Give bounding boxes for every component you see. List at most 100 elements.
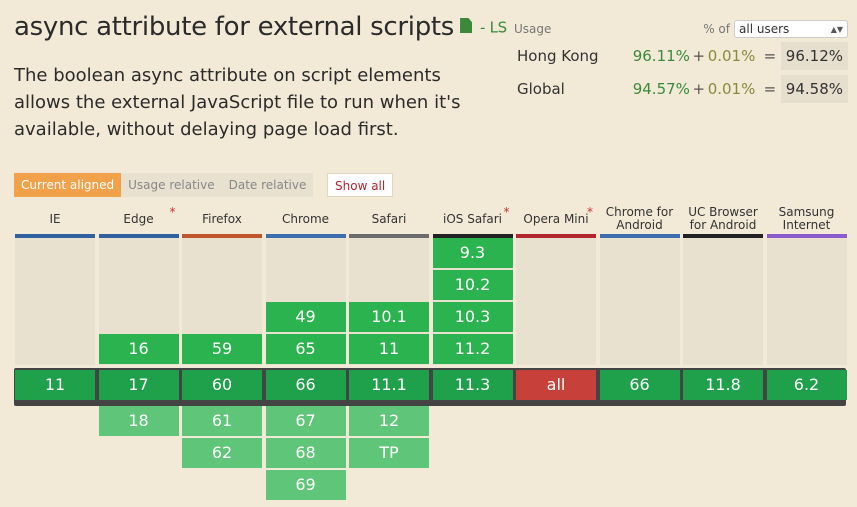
supported-pct: 96.11% xyxy=(632,47,690,65)
browser-column: Edge * 16 17 18 xyxy=(98,204,179,502)
region-name[interactable]: Hong Kong xyxy=(514,47,621,65)
usage-row-global: Global 94.57% + 0.01% = 94.58% xyxy=(514,74,848,104)
browser-name-label: Samsung Internet xyxy=(778,205,835,232)
version-cell-supported[interactable]: 11 xyxy=(349,334,429,364)
version-cell-supported[interactable]: 59 xyxy=(182,334,262,364)
select-arrows-icon: ▲▼ xyxy=(830,24,843,34)
show-all-button[interactable]: Show all xyxy=(327,173,394,197)
usage-row-hong-kong: Hong Kong 96.11% + 0.01% = 96.12% xyxy=(514,41,848,71)
empty-history-area xyxy=(516,238,596,365)
version-cell-future[interactable]: 18 xyxy=(98,406,179,436)
tab-date-relative[interactable]: Date relative xyxy=(221,173,314,197)
version-cell-supported[interactable]: 11.2 xyxy=(432,334,513,364)
browser-column: iOS Safari * 9.3 10.2 10.3 11.2 11.3 xyxy=(432,204,513,502)
version-stack: 49 65 66 67 68 69 xyxy=(265,238,346,502)
browser-column: Opera Mini * all xyxy=(516,204,596,502)
version-cell-current[interactable]: 66 xyxy=(265,370,346,400)
version-cell-future[interactable]: 62 xyxy=(182,438,262,468)
version-cell-future[interactable]: TP xyxy=(349,438,429,468)
version-stack: 16 17 18 xyxy=(98,238,179,502)
user-type-select[interactable]: all users ▲▼ xyxy=(734,20,848,38)
browser-column: Safari 10.1 11 11.1 12 TP xyxy=(349,204,429,502)
browser-name-label: Firefox xyxy=(202,211,242,226)
version-cell-future[interactable]: 67 xyxy=(265,406,346,436)
plus-sign: + xyxy=(692,47,706,65)
total-pct: 96.12% xyxy=(780,42,848,70)
browser-name: Samsung Internet xyxy=(767,204,847,234)
ls-link[interactable]: - LS xyxy=(480,19,507,37)
browser-name: UC Browser for Android xyxy=(683,204,763,234)
browser-column: Firefox 59 60 61 62 xyxy=(182,204,262,502)
note-star-icon[interactable]: * xyxy=(504,206,510,219)
version-stack: 9.3 10.2 10.3 11.2 11.3 xyxy=(432,238,513,502)
version-cell-current[interactable]: 17 xyxy=(98,370,179,400)
supported-pct: 94.57% xyxy=(632,80,690,98)
version-cell-current[interactable]: 6.2 xyxy=(766,370,847,400)
view-mode-tabs: Current aligned Usage relative Date rela… xyxy=(14,173,394,197)
version-cell-current[interactable]: 11.8 xyxy=(683,370,763,400)
browser-column: Samsung Internet 6.2 xyxy=(766,204,847,502)
version-cell-supported[interactable]: 65 xyxy=(265,334,346,364)
version-cell-supported[interactable]: 49 xyxy=(265,302,346,332)
version-cell-current[interactable]: 66 xyxy=(599,370,680,400)
version-cell-supported[interactable]: 9.3 xyxy=(432,238,513,268)
version-stack: 66 xyxy=(599,238,680,502)
feature-title: async attribute for external scripts xyxy=(14,12,455,42)
browser-name-label: iOS Safari xyxy=(442,211,503,226)
version-stack: 6.2 xyxy=(766,238,847,502)
version-cell-future[interactable]: 61 xyxy=(182,406,262,436)
version-cell-supported[interactable]: 10.3 xyxy=(432,302,513,332)
version-cell-current[interactable]: 11.1 xyxy=(349,370,429,400)
browser-column: UC Browser for Android 11.8 xyxy=(683,204,763,502)
browser-name: Chrome xyxy=(266,204,346,234)
usage-label: Usage xyxy=(514,22,552,36)
version-stack: 10.1 11 11.1 12 TP xyxy=(349,238,429,502)
empty-history-area xyxy=(766,238,847,365)
browser-name: iOS Safari * xyxy=(433,204,513,234)
version-cell-current[interactable]: 11.3 xyxy=(432,370,513,400)
note-star-icon[interactable]: * xyxy=(587,206,593,219)
version-cell-supported[interactable]: 16 xyxy=(98,334,179,364)
feature-description: The boolean async attribute on script el… xyxy=(14,65,461,140)
browser-name: Opera Mini * xyxy=(516,204,596,234)
version-cell-supported[interactable]: 10.2 xyxy=(432,270,513,300)
document-icon[interactable] xyxy=(460,18,473,33)
region-name: Global xyxy=(517,80,565,98)
equals-sign: = xyxy=(763,47,777,65)
browser-column: Chrome for Android 66 xyxy=(599,204,680,502)
total-pct: 94.58% xyxy=(780,75,848,103)
version-stack: 11.8 xyxy=(683,238,763,502)
version-cell-current[interactable]: 11 xyxy=(15,370,95,400)
browser-name-label: Opera Mini xyxy=(523,211,589,226)
browser-column: Chrome 49 65 66 67 68 69 xyxy=(265,204,346,502)
browser-name: Firefox xyxy=(182,204,262,234)
version-stack: all xyxy=(516,238,596,502)
version-cell-future[interactable]: 69 xyxy=(265,470,346,500)
tab-usage-relative[interactable]: Usage relative xyxy=(121,173,222,197)
empty-history-area xyxy=(599,238,680,365)
browser-name-label: IE xyxy=(49,211,61,226)
version-cell-supported[interactable]: 10.1 xyxy=(349,302,429,332)
browser-name: Chrome for Android xyxy=(600,204,680,234)
version-cell-future[interactable]: 68 xyxy=(265,438,346,468)
usage-panel: Usage % of all users ▲▼ Hong Kong 96.11% … xyxy=(514,20,848,104)
note-star-icon[interactable]: * xyxy=(170,206,176,219)
usage-header: Usage % of all users ▲▼ xyxy=(514,20,848,38)
browser-column: IE 11 xyxy=(15,204,95,502)
partial-pct: 0.01% xyxy=(707,47,756,65)
empty-history-area xyxy=(15,238,95,365)
equals-sign: = xyxy=(763,80,777,98)
pct-of-label: % of xyxy=(703,22,730,36)
browser-name-label: Edge xyxy=(123,211,154,226)
tab-current-aligned[interactable]: Current aligned xyxy=(14,173,122,197)
version-cell-unsupported[interactable]: all xyxy=(516,370,596,400)
version-cell-current[interactable]: 60 xyxy=(182,370,262,400)
browser-name-label: Safari xyxy=(371,211,407,226)
browser-name: Safari xyxy=(349,204,429,234)
version-cell-future[interactable]: 12 xyxy=(349,406,429,436)
plus-sign: + xyxy=(692,80,706,98)
page-title: async attribute for external scripts - L… xyxy=(14,12,507,42)
empty-history-area xyxy=(683,238,763,365)
browser-name-label: UC Browser for Android xyxy=(688,205,758,232)
partial-pct: 0.01% xyxy=(707,80,756,98)
